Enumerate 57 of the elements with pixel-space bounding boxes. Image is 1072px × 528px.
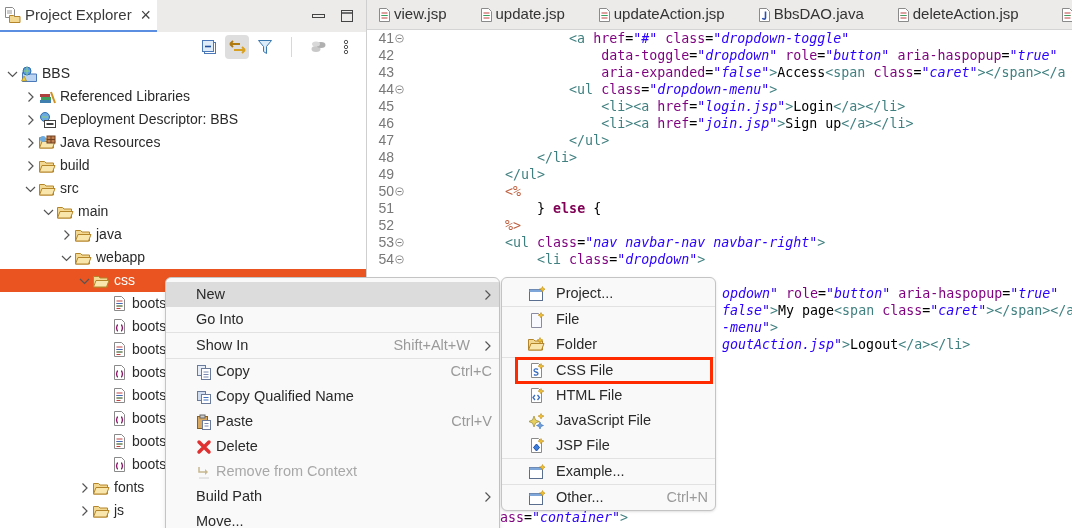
line-number: 48 — [377, 149, 394, 166]
code-line: <a href="#" class="dropdown-toggle" — [568, 30, 850, 47]
item-label: js — [114, 501, 125, 520]
code-line: <% — [504, 183, 522, 200]
item-label: boots — [132, 363, 167, 382]
code-line: <li><a href="login.jsp">Login</a></li> — [600, 98, 906, 115]
code-line: goutAction.jsp">Logout</a></li> — [722, 336, 971, 353]
code-line: <ul class="nav navbar-nav navbar-right"> — [504, 234, 826, 251]
item-label: boots — [132, 317, 167, 336]
item-label: BBS — [42, 64, 70, 83]
code-line: <ul class="dropdown-menu"> — [568, 81, 778, 98]
code-line: data-toggle="dropdown" role="button" aria-haspopup="true" — [600, 47, 1058, 64]
item-label: fonts — [114, 478, 145, 497]
code-line: %> — [504, 217, 522, 234]
code-line: </ul> — [504, 166, 546, 183]
code-line: aria-expanded="false">Access<span class="caret"></span></a — [600, 64, 1066, 81]
line-number: 47 — [377, 132, 394, 149]
shortcut-label: Shift+Alt+W — [393, 335, 470, 355]
code-line: -menu"> — [722, 319, 779, 336]
item-label: Referenced Libraries — [60, 87, 190, 106]
line-number: 44 — [377, 81, 394, 98]
item-label: boots — [132, 294, 167, 313]
line-number: 51 — [377, 200, 394, 217]
tab-title: Project Explorer — [25, 4, 132, 25]
code-line: } else { — [536, 200, 602, 217]
item-label: java — [96, 225, 122, 244]
item-label: main — [78, 202, 109, 221]
item-label: boots — [132, 386, 167, 405]
item-label: css — [114, 271, 135, 290]
line-number: 50 — [377, 183, 394, 200]
line-number: 43 — [377, 64, 394, 81]
item-label: Deployment Descriptor: BBS — [60, 110, 239, 129]
code-line: opdown" role="button" aria-haspopup="true" — [722, 285, 1059, 302]
item-label: src — [60, 179, 79, 198]
shortcut-label: Ctrl+C — [450, 361, 492, 381]
item-label: webapp — [96, 248, 146, 267]
line-number: 52 — [377, 217, 394, 234]
line-number: 45 — [377, 98, 394, 115]
line-number: 54 — [377, 251, 394, 268]
line-number: 53 — [377, 234, 394, 251]
item-label: build — [60, 156, 90, 175]
code-line: </ul> — [568, 132, 610, 149]
code-line: <li><a href="join.jsp">Sign up</a></li> — [600, 115, 914, 132]
code-line: <li class="dropdown"> — [536, 251, 706, 268]
item-label: Java Resources — [60, 133, 161, 152]
item-label: boots — [132, 455, 167, 474]
item-label: boots — [132, 432, 167, 451]
item-label: boots — [132, 409, 167, 428]
shortcut-label: Ctrl+V — [451, 411, 492, 431]
code-line: ass="container"> — [500, 509, 629, 526]
item-label: boots — [132, 340, 167, 359]
line-number: 42 — [377, 47, 394, 64]
line-number: 46 — [377, 115, 394, 132]
line-number: 41 — [377, 30, 394, 47]
line-number: 49 — [377, 166, 394, 183]
code-line: </li> — [536, 149, 578, 166]
shortcut-label: Ctrl+N — [666, 487, 708, 507]
